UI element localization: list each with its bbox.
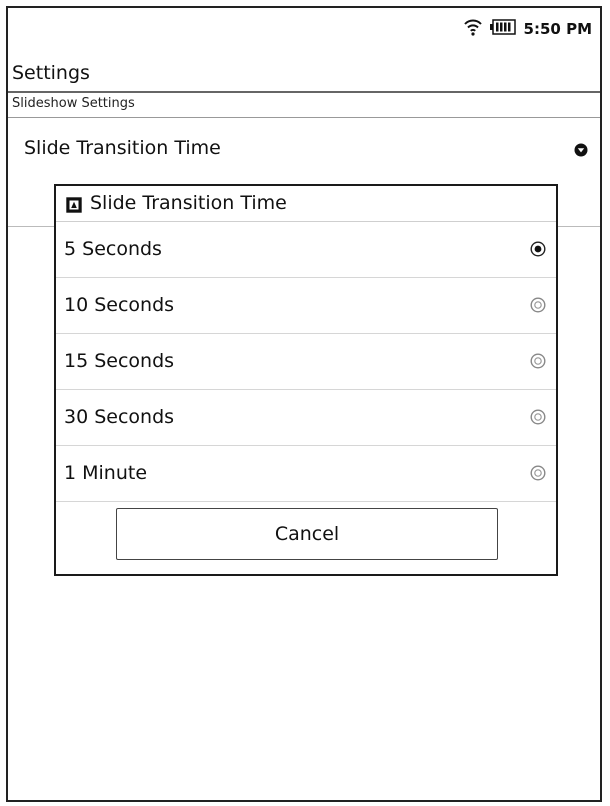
option-1-minute[interactable]: 1 Minute (56, 446, 556, 502)
option-10-seconds[interactable]: 10 Seconds (56, 278, 556, 334)
section-header-label: Slideshow Settings (12, 96, 135, 111)
option-label: 15 Seconds (64, 350, 175, 372)
radio-unselected-icon[interactable] (530, 409, 546, 429)
radio-unselected-icon[interactable] (530, 465, 546, 485)
setting-label: Slide Transition Time (24, 137, 221, 159)
battery-icon (489, 19, 516, 39)
option-30-seconds[interactable]: 30 Seconds (56, 390, 556, 446)
dialog-title-icon (66, 197, 82, 217)
option-label: 5 Seconds (64, 238, 162, 260)
status-time: 5:50 PM (523, 20, 592, 38)
spinner-down-icon[interactable] (574, 142, 588, 161)
status-bar: 5:50 PM (8, 8, 600, 52)
radio-unselected-icon[interactable] (530, 353, 546, 373)
status-icons: 5:50 PM (463, 18, 592, 40)
transition-time-dialog: Slide Transition Time 5 Seconds 10 Secon… (54, 184, 558, 576)
section-header: Slideshow Settings (8, 93, 600, 118)
radio-unselected-icon[interactable] (530, 297, 546, 317)
app-title: Settings (12, 62, 90, 84)
option-5-seconds[interactable]: 5 Seconds (56, 222, 556, 278)
dialog-header: Slide Transition Time (56, 186, 556, 222)
option-label: 1 Minute (64, 462, 148, 484)
option-label: 30 Seconds (64, 406, 175, 428)
radio-selected-icon[interactable] (530, 241, 546, 261)
option-label: 10 Seconds (64, 294, 175, 316)
wifi-icon (463, 18, 482, 40)
dialog-title: Slide Transition Time (90, 192, 287, 214)
setting-slide-transition-time[interactable]: Slide Transition Time (8, 120, 600, 176)
option-15-seconds[interactable]: 15 Seconds (56, 334, 556, 390)
cancel-button[interactable]: Cancel (116, 508, 498, 560)
device-screen: 5:50 PM Settings Slideshow Settings Slid… (6, 6, 602, 802)
